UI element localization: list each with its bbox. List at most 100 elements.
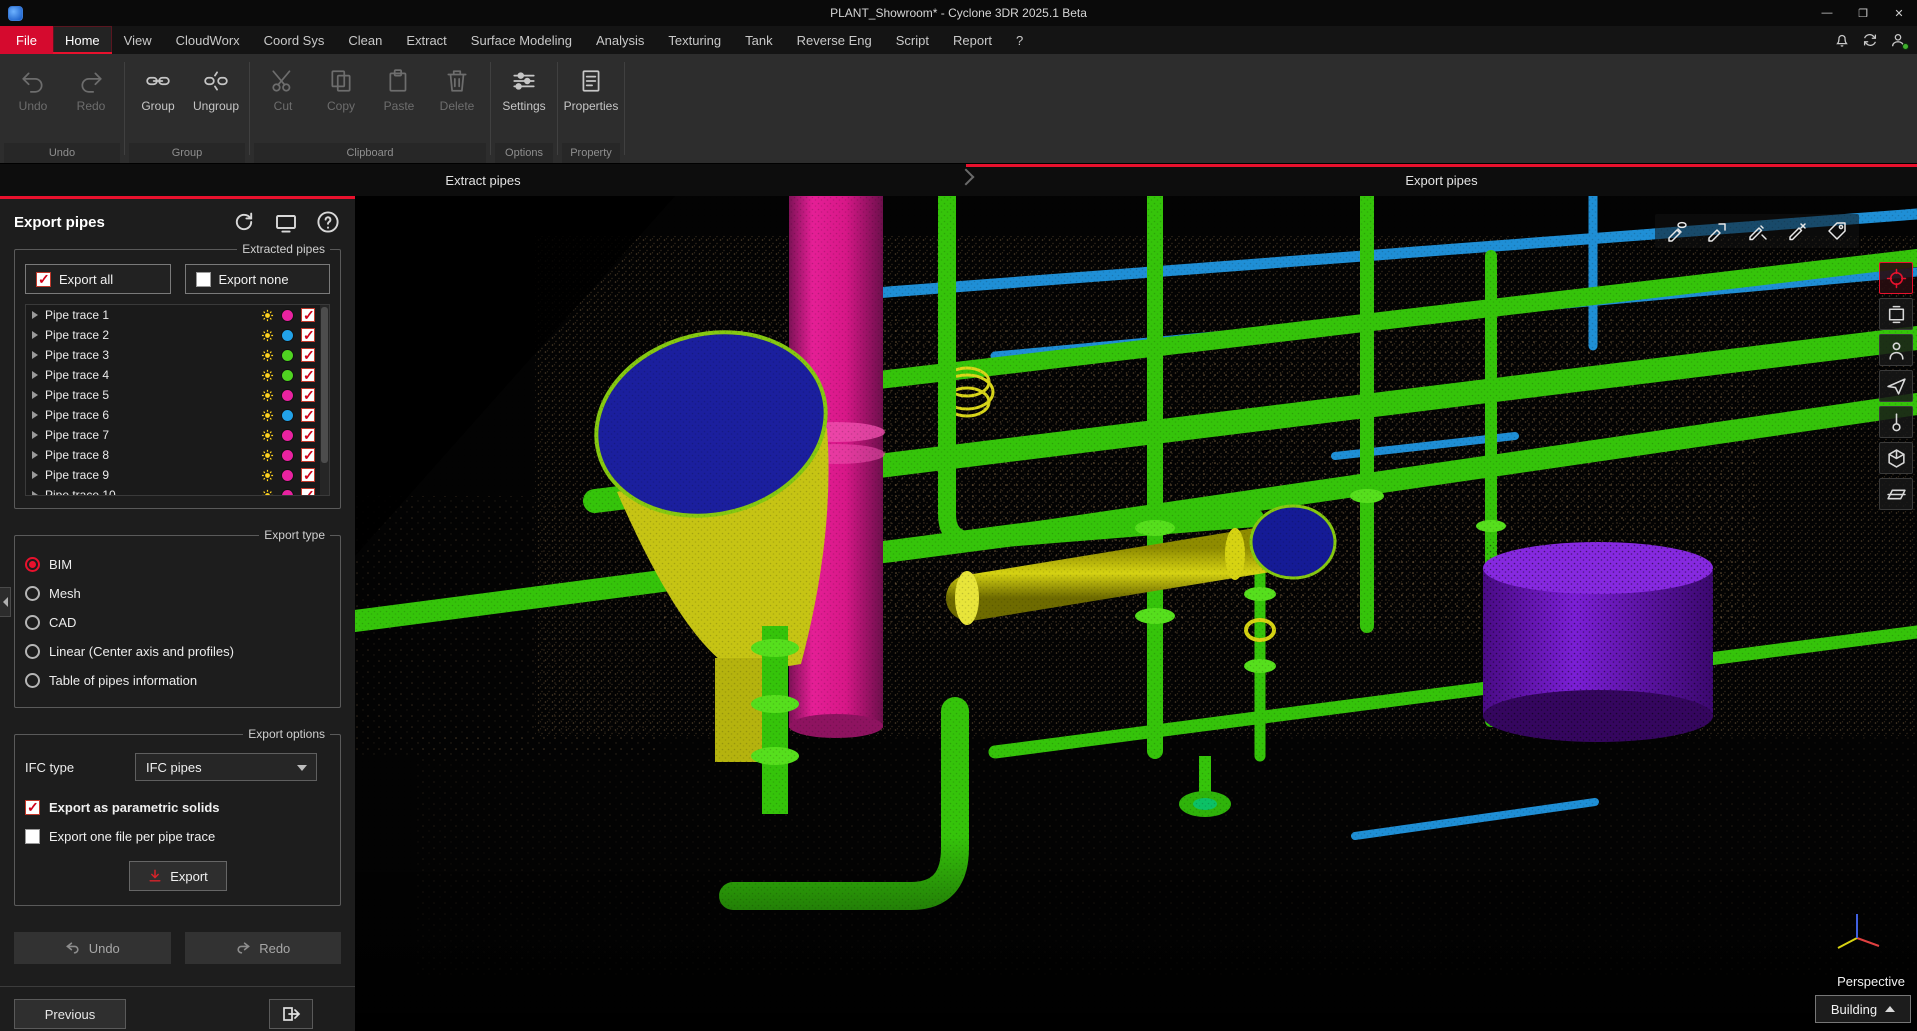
previous-button[interactable]: Previous (14, 999, 126, 1029)
minimize-button[interactable]: — (1809, 0, 1845, 26)
panel-collapse-handle[interactable] (0, 587, 11, 617)
pipe-color-swatch[interactable] (281, 469, 294, 482)
menu-item-analysis[interactable]: Analysis (584, 26, 656, 54)
group-button[interactable]: Group (129, 62, 187, 118)
pipe-trace-row[interactable]: Pipe trace 1 (26, 305, 329, 325)
pipe-trace-row[interactable]: Pipe trace 8 (26, 445, 329, 465)
first-person-icon[interactable] (1879, 334, 1913, 366)
pipe-trace-list[interactable]: Pipe trace 1 Pipe trace 2 Pi (25, 304, 330, 496)
checkbox[interactable] (36, 272, 51, 287)
radio-bim[interactable]: BIM (25, 550, 330, 579)
pipe-export-checkbox[interactable] (301, 488, 315, 496)
visibility-sun-icon[interactable] (261, 409, 274, 422)
export-button[interactable]: Export (129, 861, 227, 891)
pipe-export-checkbox[interactable] (301, 388, 315, 402)
expand-arrow-icon[interactable] (32, 331, 38, 339)
visibility-sun-icon[interactable] (261, 489, 274, 497)
scrollbar-thumb[interactable] (321, 307, 328, 463)
ungroup-button[interactable]: Ungroup (187, 62, 245, 118)
user-icon[interactable] (1889, 31, 1907, 49)
pipe-trace-row[interactable]: Pipe trace 6 (26, 405, 329, 425)
pipe-export-checkbox[interactable] (301, 468, 315, 482)
pipe-color-swatch[interactable] (281, 409, 294, 422)
export-none-checkbox[interactable]: Export none (185, 264, 331, 294)
menu-item-file[interactable]: File (0, 26, 53, 54)
expand-arrow-icon[interactable] (32, 391, 38, 399)
radio-button[interactable] (25, 673, 40, 688)
expand-arrow-icon[interactable] (32, 311, 38, 319)
export-all-checkbox[interactable]: Export all (25, 264, 171, 294)
radio-button[interactable] (25, 586, 40, 601)
checkbox[interactable] (25, 829, 40, 844)
menu-item-clean[interactable]: Clean (336, 26, 394, 54)
pipe-trace-row[interactable]: Pipe trace 5 (26, 385, 329, 405)
history-icon[interactable] (231, 209, 257, 235)
checkbox[interactable] (196, 272, 211, 287)
radio-linear[interactable]: Linear (Center axis and profiles) (25, 637, 330, 666)
paste-button[interactable]: Paste (370, 62, 428, 118)
pipe-export-checkbox[interactable] (301, 328, 315, 342)
menu-item-report[interactable]: Report (941, 26, 1004, 54)
menu-item-surface-modeling[interactable]: Surface Modeling (459, 26, 584, 54)
properties-button[interactable]: Properties (562, 62, 620, 118)
menu-item-cloudworx[interactable]: CloudWorx (164, 26, 252, 54)
pipe-trace-row[interactable]: Pipe trace 9 (26, 465, 329, 485)
pipe-label-icon[interactable] (1700, 217, 1734, 245)
pipe-export-checkbox[interactable] (301, 408, 315, 422)
viewport-3d[interactable]: Perspective Building (355, 196, 1917, 1031)
one-file-per-trace-option[interactable]: Export one file per pipe trace (25, 822, 330, 851)
panel-redo-button[interactable]: Redo (185, 932, 342, 964)
workflow-step-export-pipes[interactable]: Export pipes (966, 164, 1917, 196)
cut-button[interactable]: Cut (254, 62, 312, 118)
menu-item-script[interactable]: Script (884, 26, 941, 54)
visibility-sun-icon[interactable] (261, 449, 274, 462)
radio-cad[interactable]: CAD (25, 608, 330, 637)
pipe-color-swatch[interactable] (281, 449, 294, 462)
section-plane-icon[interactable] (1879, 478, 1913, 510)
pipe-trace-row[interactable]: Pipe trace 3 (26, 345, 329, 365)
close-button[interactable]: ✕ (1881, 0, 1917, 26)
pipe-color-swatch[interactable] (281, 389, 294, 402)
capture-view-icon[interactable] (273, 209, 299, 235)
menu-item-home[interactable]: Home (53, 26, 112, 54)
pipe-trace-row[interactable]: Pipe trace 10 (26, 485, 329, 496)
expand-arrow-icon[interactable] (32, 371, 38, 379)
help-icon[interactable] (315, 209, 341, 235)
exit-workflow-button[interactable] (269, 999, 313, 1029)
settings-button[interactable]: Settings (495, 62, 553, 118)
screen-fit-icon[interactable] (1879, 298, 1913, 330)
expand-arrow-icon[interactable] (32, 431, 38, 439)
expand-arrow-icon[interactable] (32, 471, 38, 479)
radio-button[interactable] (25, 615, 40, 630)
expand-arrow-icon[interactable] (32, 491, 38, 496)
fly-mode-icon[interactable] (1879, 370, 1913, 402)
pipe-trace-row[interactable]: Pipe trace 7 (26, 425, 329, 445)
expand-arrow-icon[interactable] (32, 351, 38, 359)
pipe-export-checkbox[interactable] (301, 308, 315, 322)
pipe-export-checkbox[interactable] (301, 348, 315, 362)
pipe-trace-row[interactable]: Pipe trace 2 (26, 325, 329, 345)
pipe-trace-row[interactable]: Pipe trace 4 (26, 365, 329, 385)
visibility-sun-icon[interactable] (261, 329, 274, 342)
visibility-sun-icon[interactable] (261, 469, 274, 482)
pipe-color-swatch[interactable] (281, 369, 294, 382)
sync-icon[interactable] (1861, 31, 1879, 49)
visibility-sun-icon[interactable] (261, 349, 274, 362)
probe-icon[interactable] (1879, 406, 1913, 438)
copy-button[interactable]: Copy (312, 62, 370, 118)
menu-item-view[interactable]: View (112, 26, 164, 54)
pipe-export-checkbox[interactable] (301, 428, 315, 442)
menu-item-extract[interactable]: Extract (394, 26, 458, 54)
expand-arrow-icon[interactable] (32, 411, 38, 419)
bell-icon[interactable] (1833, 31, 1851, 49)
menu-item-coord-sys[interactable]: Coord Sys (252, 26, 337, 54)
menu-item-texturing[interactable]: Texturing (656, 26, 733, 54)
pipe-color-swatch[interactable] (281, 489, 294, 497)
tag-icon[interactable] (1820, 217, 1854, 245)
view-cube-icon[interactable] (1879, 442, 1913, 474)
extract-pipe-icon[interactable] (1660, 217, 1694, 245)
list-scrollbar[interactable] (320, 305, 329, 495)
expand-arrow-icon[interactable] (32, 451, 38, 459)
visibility-sun-icon[interactable] (261, 389, 274, 402)
pipe-color-swatch[interactable] (281, 309, 294, 322)
